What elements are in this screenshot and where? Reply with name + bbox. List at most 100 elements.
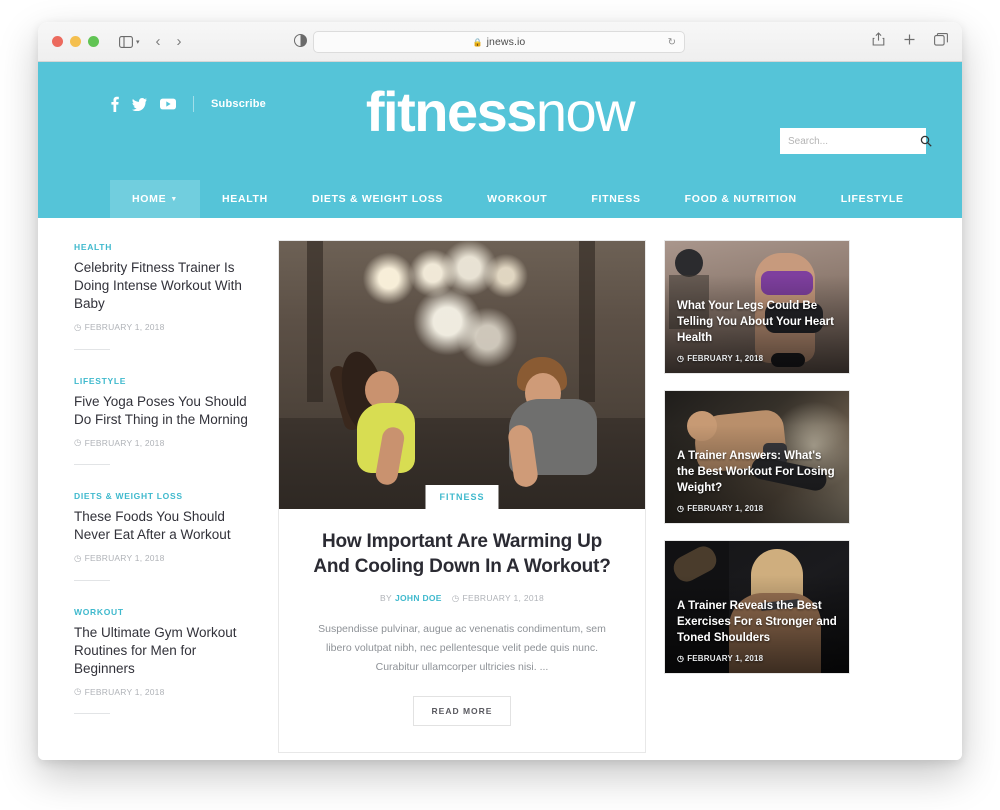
author-link[interactable]: JOHN DOE [395,593,442,603]
article-card[interactable]: A Trainer Reveals the Best Exercises For… [664,540,850,674]
search-input[interactable] [788,135,920,147]
category-badge[interactable]: FITNESS [425,485,499,509]
url-text: jnews.io [486,36,526,48]
featured-article-meta: BY JOHN DOE ◷ FEBRUARY 1, 2018 [307,593,617,604]
divider [74,579,110,581]
post-title[interactable]: Celebrity Fitness Trainer Is Doing Inten… [74,259,260,314]
card-title[interactable]: A Trainer Reveals the Best Exercises For… [677,599,839,647]
article-card[interactable]: A Trainer Answers: What's the Best Worko… [664,390,850,524]
nav-item-food-nutrition[interactable]: FOOD & NUTRITION [663,180,819,218]
post-date-text: FEBRUARY 1, 2018 [84,322,165,333]
article-card[interactable]: What Your Legs Could Be Telling You Abou… [664,240,850,374]
post-title[interactable]: The Ultimate Gym Workout Routines for Me… [74,624,260,679]
nav-item-workout[interactable]: WORKOUT [465,180,569,218]
nav-item-diets-weight-loss[interactable]: DIETS & WEIGHT LOSS [290,180,465,218]
photo-figure-man [465,321,605,501]
post-date: ◷ FEBRUARY 1, 2018 [74,553,260,564]
photo-figure-woman [321,331,441,499]
clock-icon: ◷ [677,354,685,363]
by-label: BY [380,593,392,604]
chevron-down-icon: ▾ [136,38,140,46]
featured-article-image[interactable]: FITNESS [279,241,645,509]
post-date: ◷ FEBRUARY 1, 2018 [74,322,260,333]
card-text: A Trainer Reveals the Best Exercises For… [677,599,839,663]
clock-icon: ◷ [451,592,460,603]
maximize-window-button[interactable] [88,36,99,47]
post-date-text: FEBRUARY 1, 2018 [84,686,165,697]
divider [74,713,110,715]
list-item[interactable]: LIFESTYLE Five Yoga Poses You Should Do … [74,376,260,477]
divider [74,464,110,466]
post-title[interactable]: These Foods You Should Never Eat After a… [74,508,260,544]
featured-article-card[interactable]: FITNESS How Important Are Warming Up And… [278,240,646,753]
reader-mode-icon[interactable] [294,34,307,47]
right-card-list: What Your Legs Could Be Telling You Abou… [664,240,850,753]
post-category[interactable]: WORKOUT [74,607,260,617]
post-date: ◷ FEBRUARY 1, 2018 [74,686,260,697]
byline: BY JOHN DOE [380,593,442,603]
sidebar-toggle-button[interactable]: ▾ [119,35,140,48]
featured-article-excerpt: Suspendisse pulvinar, augue ac venenatis… [318,622,606,674]
nav-item-home[interactable]: HOME ▼ [110,180,200,218]
minimize-window-button[interactable] [70,36,81,47]
nav-label: HEALTH [221,193,268,205]
logo-bold-text: fitness [365,80,538,143]
post-date-text: FEBRUARY 1, 2018 [84,437,165,448]
post-category[interactable]: LIFESTYLE [74,376,260,386]
new-tab-icon[interactable] [903,33,916,46]
post-date: ◷ FEBRUARY 1, 2018 [452,593,544,604]
nav-label: LIFESTYLE [840,193,904,205]
toolbar-right-icons [872,32,948,46]
post-title[interactable]: Five Yoga Poses You Should Do First Thin… [74,393,260,429]
nav-label: FITNESS [591,193,641,205]
search-icon[interactable] [920,135,932,147]
clock-icon: ◷ [677,654,685,663]
forward-button[interactable]: › [177,33,182,50]
clock-icon: ◷ [74,552,82,563]
nav-label: DIETS & WEIGHT LOSS [311,193,444,205]
nav-label: WORKOUT [487,193,548,205]
card-date: ◷ FEBRUARY 1, 2018 [677,504,839,513]
card-date: ◷ FEBRUARY 1, 2018 [677,654,839,663]
card-date-text: FEBRUARY 1, 2018 [687,504,764,513]
search-box[interactable] [780,128,932,154]
nav-item-lifestyle[interactable]: LIFESTYLE [819,180,926,218]
page-content: Subscribe fitnessnow HOME [38,62,962,760]
nav-item-fitness[interactable]: FITNESS [569,180,662,218]
main-nav: HOME ▼ HEALTH DIETS & WEIGHT LOSS WORKOU… [38,180,962,218]
address-bar[interactable]: 🔒 jnews.io ↻ [313,31,685,53]
clock-icon: ◷ [74,437,82,448]
card-text: What Your Legs Could Be Telling You Abou… [677,299,839,363]
post-category[interactable]: HEALTH [74,242,260,252]
list-item[interactable]: DIETS & WEIGHT LOSS These Foods You Shou… [74,491,260,592]
share-icon[interactable] [872,32,885,46]
close-window-button[interactable] [52,36,63,47]
window-controls[interactable] [52,36,99,47]
card-date-text: FEBRUARY 1, 2018 [687,654,764,663]
logo-light-text: now [535,80,636,143]
card-title[interactable]: What Your Legs Could Be Telling You Abou… [677,299,839,347]
card-date: ◷ FEBRUARY 1, 2018 [677,354,839,363]
list-item[interactable]: HEALTH Celebrity Fitness Trainer Is Doin… [74,242,260,362]
nav-item-health[interactable]: HEALTH [200,180,290,218]
featured-article-title[interactable]: How Important Are Warming Up And Cooling… [307,529,617,580]
nav-arrows[interactable]: ‹ › [156,33,182,50]
screenshot-root: ▾ ‹ › 🔒 jnews.io ↻ Subscribe fitnessnow … [0,0,1000,810]
clock-icon: ◷ [74,321,82,332]
tab-overview-icon[interactable] [934,32,948,46]
sidebar-post-list: HEALTH Celebrity Fitness Trainer Is Doin… [74,240,260,753]
featured-article-body: How Important Are Warming Up And Cooling… [279,509,645,752]
read-more-button[interactable]: READ MORE [412,695,512,726]
browser-toolbar: ▾ ‹ › 🔒 jnews.io ↻ [38,22,962,62]
nav-label: HOME [132,193,167,205]
nav-label: FOOD & NUTRITION [684,193,797,205]
post-date: ◷ FEBRUARY 1, 2018 [74,437,260,448]
main-content: HEALTH Celebrity Fitness Trainer Is Doin… [38,218,962,753]
clock-icon: ◷ [677,504,685,513]
card-date-text: FEBRUARY 1, 2018 [687,354,764,363]
back-button[interactable]: ‹ [156,33,161,50]
reload-icon[interactable]: ↻ [668,37,676,48]
card-title[interactable]: A Trainer Answers: What's the Best Worko… [677,449,839,497]
list-item[interactable]: WORKOUT The Ultimate Gym Workout Routine… [74,607,260,727]
post-category[interactable]: DIETS & WEIGHT LOSS [74,491,260,501]
